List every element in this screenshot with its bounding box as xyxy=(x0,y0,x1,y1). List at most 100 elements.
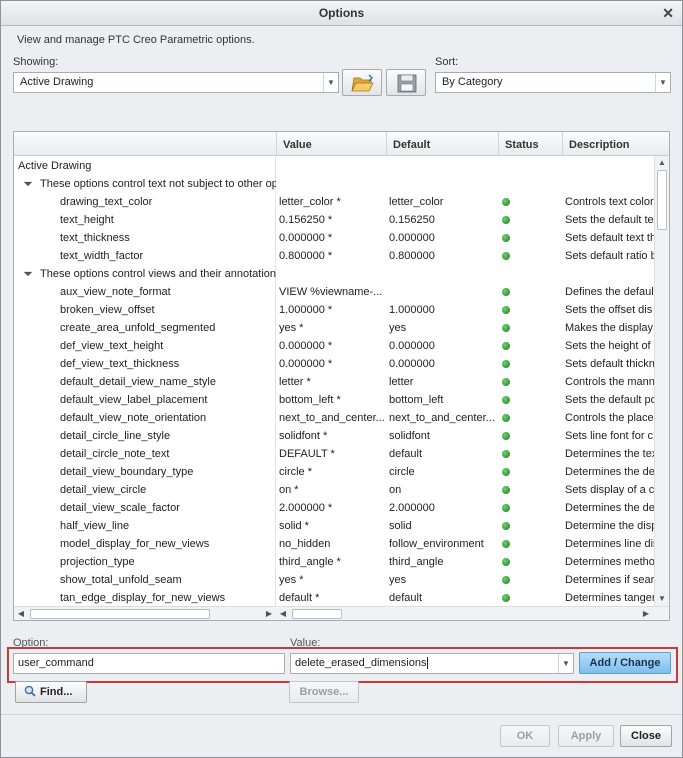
option-value: default * xyxy=(279,592,320,604)
vertical-scrollbar[interactable]: ▲ ▼ xyxy=(654,156,669,606)
option-default: 0.000000 xyxy=(389,340,435,352)
expand-triangle-icon[interactable]: ◢ xyxy=(19,263,40,284)
status-dot xyxy=(502,216,510,224)
category-row[interactable]: ◢ These options control views and their a… xyxy=(14,265,655,283)
status-ok-icon xyxy=(502,319,522,337)
option-row[interactable]: drawing_text_color letter_color * letter_c… xyxy=(14,193,655,211)
option-row[interactable]: def_view_text_thickness 0.000000 * 0.00000… xyxy=(14,355,655,373)
option-row[interactable]: show_total_unfold_seam yes * yes Determines… xyxy=(14,571,655,589)
option-default: 1.000000 xyxy=(389,304,435,316)
option-row[interactable]: broken_view_offset 1.000000 * 1.000000 Sets… xyxy=(14,301,655,319)
status-ok-icon xyxy=(502,391,522,409)
option-row[interactable]: detail_view_circle on * on Sets display of … xyxy=(14,481,655,499)
browse-button[interactable]: Browse... xyxy=(289,681,359,703)
column-header-description[interactable]: Description xyxy=(562,132,669,156)
option-default: on xyxy=(389,484,402,496)
status-dot xyxy=(502,504,510,512)
option-value: letter * xyxy=(279,376,311,388)
close-icon[interactable]: ✕ xyxy=(662,1,674,26)
sort-dropdown[interactable]: By Category ▼ xyxy=(435,72,671,93)
option-name: text_height xyxy=(60,214,114,226)
option-name: text_width_factor xyxy=(60,250,144,262)
status-dot xyxy=(502,342,510,350)
scroll-left-icon[interactable]: ◀ xyxy=(276,607,290,620)
option-row[interactable]: projection_type third_angle * third_angle D… xyxy=(14,553,655,571)
value-input[interactable]: delete_erased_dimensions ▼ xyxy=(290,653,574,674)
value-horizontal-scrollbar[interactable]: ◀ ▶ xyxy=(276,606,669,620)
name-horizontal-scroll-thumb[interactable] xyxy=(30,609,210,619)
open-config-button[interactable] xyxy=(342,69,382,96)
option-row[interactable]: text_height 0.156250 * 0.156250 Sets the de… xyxy=(14,211,655,229)
option-input[interactable]: user_command xyxy=(13,653,285,674)
apply-button[interactable]: Apply xyxy=(558,725,614,747)
ok-button[interactable]: OK xyxy=(500,725,550,747)
category-row[interactable]: ◢ These options control text not subject … xyxy=(14,175,655,193)
option-default: 0.000000 xyxy=(389,358,435,370)
option-row[interactable]: text_width_factor 0.800000 * 0.800000 Sets … xyxy=(14,247,655,265)
status-ok-icon xyxy=(502,427,522,445)
option-row[interactable]: detail_view_boundary_type circle * circle D… xyxy=(14,463,655,481)
option-default: 0.156250 xyxy=(389,214,435,226)
name-horizontal-scrollbar[interactable]: ◀ ▶ xyxy=(14,606,276,620)
option-value: 0.000000 * xyxy=(279,358,333,370)
status-ok-icon xyxy=(502,463,522,481)
options-dialog: Options ✕ View and manage PTC Creo Param… xyxy=(0,0,683,758)
option-value: VIEW %viewname-... xyxy=(279,286,383,298)
find-button[interactable]: Find... xyxy=(15,681,87,703)
status-dot xyxy=(502,234,510,242)
status-dot xyxy=(502,468,510,476)
option-row[interactable]: def_view_text_height 0.000000 * 0.000000 Se… xyxy=(14,337,655,355)
option-row[interactable]: detail_view_scale_factor 2.000000 * 2.0000… xyxy=(14,499,655,517)
option-value: circle * xyxy=(279,466,313,478)
option-description: Sets display of a c xyxy=(565,484,655,496)
vertical-scroll-thumb[interactable] xyxy=(657,170,667,230)
option-row[interactable]: default_view_note_orientation next_to_and… xyxy=(14,409,655,427)
status-ok-icon xyxy=(502,535,522,553)
option-row[interactable]: create_area_unfold_segmented yes * yes Make… xyxy=(14,319,655,337)
option-row[interactable]: aux_view_note_format VIEW %viewname-... De… xyxy=(14,283,655,301)
option-default: third_angle xyxy=(389,556,444,568)
save-config-button[interactable] xyxy=(386,69,426,96)
option-row[interactable]: model_display_for_new_views no_hidden foll… xyxy=(14,535,655,553)
category-label: These options control text not subject t… xyxy=(40,178,276,190)
column-header-value[interactable]: Value xyxy=(276,132,386,156)
option-value: bottom_left * xyxy=(279,394,341,406)
column-header-default[interactable]: Default xyxy=(386,132,498,156)
value-horizontal-scroll-thumb[interactable] xyxy=(292,609,342,619)
scroll-down-icon[interactable]: ▼ xyxy=(655,592,669,606)
close-button[interactable]: Close xyxy=(620,725,672,747)
option-name: default_view_note_orientation xyxy=(60,412,207,424)
showing-label: Showing: xyxy=(13,56,59,68)
chevron-down-icon[interactable]: ▼ xyxy=(558,654,573,673)
status-ok-icon xyxy=(502,589,522,606)
option-default: yes xyxy=(389,574,407,586)
option-row[interactable]: detail_circle_line_style solidfont * solid… xyxy=(14,427,655,445)
chevron-down-icon: ▼ xyxy=(323,73,338,92)
option-description: Controls the manne xyxy=(565,376,655,388)
chevron-down-icon: ▼ xyxy=(655,73,670,92)
showing-dropdown[interactable]: Active Drawing ▼ xyxy=(13,72,339,93)
status-dot xyxy=(502,576,510,584)
scroll-up-icon[interactable]: ▲ xyxy=(655,156,669,170)
scroll-left-icon[interactable]: ◀ xyxy=(14,607,28,620)
status-dot xyxy=(502,396,510,404)
option-row[interactable]: default_detail_view_name_style letter * le… xyxy=(14,373,655,391)
window-title: Options xyxy=(318,6,365,20)
expand-triangle-icon[interactable]: ◢ xyxy=(19,173,40,194)
option-row[interactable]: detail_circle_note_text DEFAULT * default D… xyxy=(14,445,655,463)
option-name: detail_view_boundary_type xyxy=(60,466,194,478)
tree-root-row[interactable]: Active Drawing xyxy=(14,157,655,175)
option-row[interactable]: tan_edge_display_for_new_views default * d… xyxy=(14,589,655,606)
option-default: yes xyxy=(389,322,407,334)
status-dot xyxy=(502,252,510,260)
category-label: These options control views and their an… xyxy=(40,268,276,280)
add-change-button[interactable]: Add / Change xyxy=(579,652,671,674)
option-row[interactable]: half_view_line solid * solid Determine the … xyxy=(14,517,655,535)
column-header-status[interactable]: Status xyxy=(498,132,562,156)
option-default: 0.800000 xyxy=(389,250,435,262)
status-ok-icon xyxy=(502,553,522,571)
option-row[interactable]: text_thickness 0.000000 * 0.000000 Sets def… xyxy=(14,229,655,247)
scroll-right-icon[interactable]: ▶ xyxy=(262,607,276,620)
option-row[interactable]: default_view_label_placement bottom_left … xyxy=(14,391,655,409)
scroll-right-icon[interactable]: ▶ xyxy=(639,607,653,620)
